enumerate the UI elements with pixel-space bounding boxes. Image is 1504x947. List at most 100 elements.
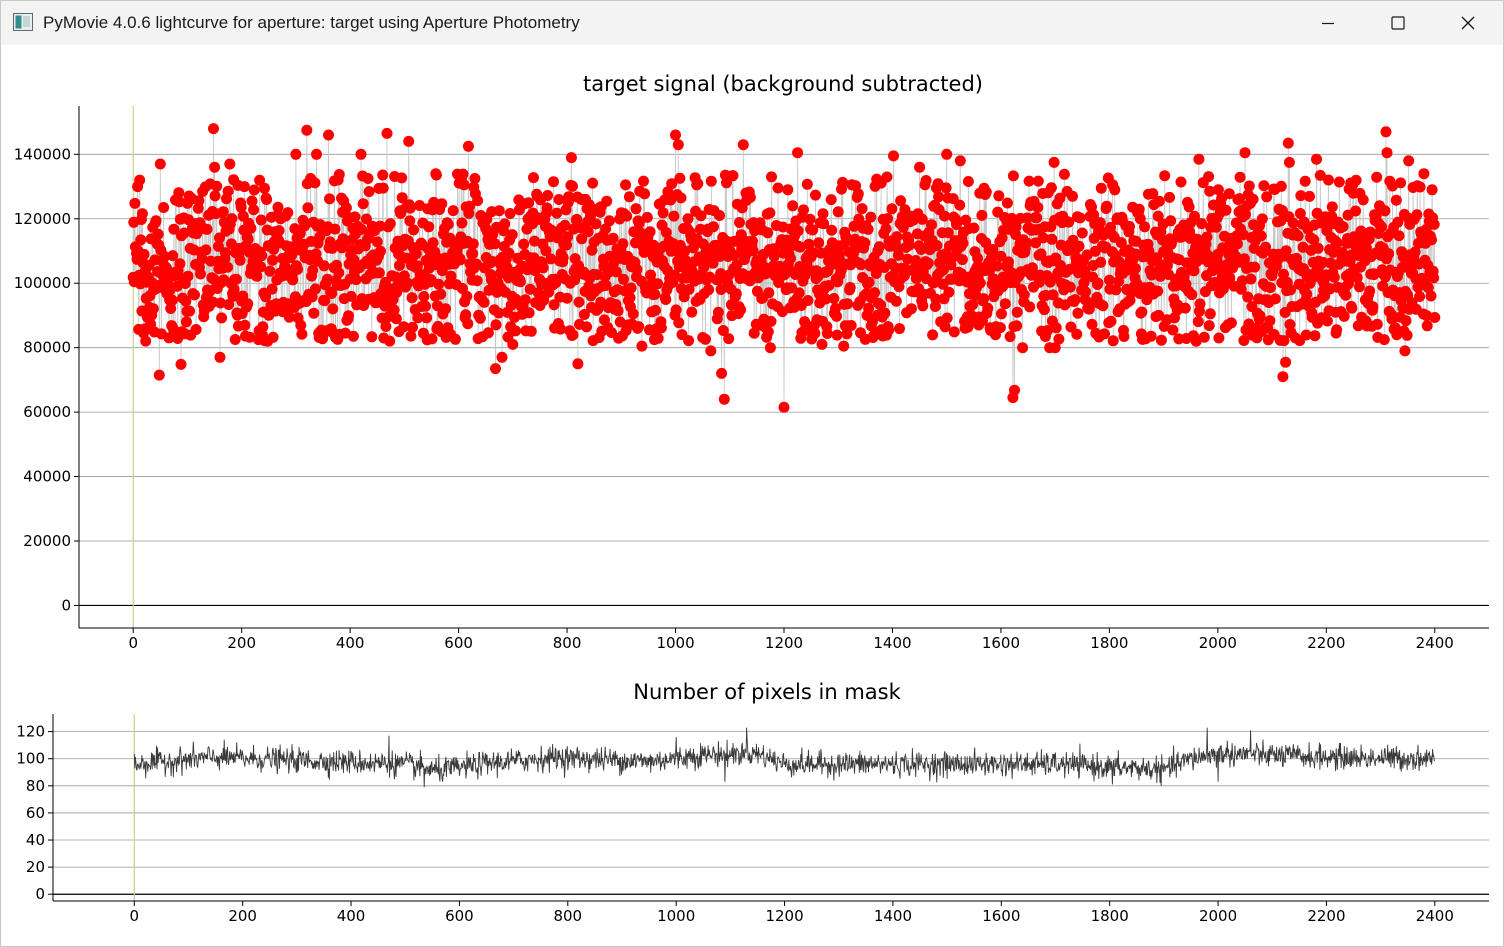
signal-point: [557, 252, 569, 264]
signal-point: [548, 176, 559, 188]
signal-point: [461, 290, 473, 302]
signal-point: [1183, 201, 1195, 213]
signal-point: [1067, 190, 1078, 202]
signal-point: [716, 367, 728, 379]
signal-point: [423, 221, 435, 233]
signal-point: [1032, 201, 1044, 213]
signal-point: [735, 304, 747, 316]
signal-point: [931, 240, 943, 251]
signal-point: [692, 178, 704, 190]
signal-point: [245, 222, 257, 234]
signal-point: [1265, 282, 1276, 294]
signal-point: [798, 204, 809, 216]
signal-point: [927, 329, 939, 341]
close-button[interactable]: [1433, 1, 1503, 45]
signal-point: [343, 310, 354, 322]
signal-point: [1426, 184, 1438, 196]
signal-point: [1031, 212, 1043, 224]
signal-point: [355, 148, 367, 160]
signal-point: [350, 274, 362, 286]
signal-point: [881, 171, 893, 183]
signal-point: [340, 202, 352, 214]
pixels-plot[interactable]: Number of pixels in mask 0 20 40 60 80 100 120…: [16, 680, 1489, 925]
signal-point: [1340, 289, 1352, 301]
signal-point: [996, 308, 1007, 320]
signal-point: [510, 325, 522, 337]
y-tick-label: 20: [26, 858, 45, 876]
signal-point: [377, 182, 389, 194]
title-bar[interactable]: PyMovie 4.0.6 lightcurve for aperture: t…: [1, 1, 1503, 45]
signal-point: [1292, 230, 1304, 242]
signal-point: [380, 321, 392, 332]
signal-point: [242, 233, 254, 245]
signal-point: [1109, 184, 1121, 196]
signal-point: [136, 208, 148, 220]
signal-point: [462, 140, 474, 152]
x-tick-label: 1800: [1090, 634, 1128, 652]
signal-point: [821, 328, 833, 339]
signal-point: [1064, 281, 1076, 293]
signal-point: [1017, 342, 1029, 354]
signal-point: [490, 363, 501, 375]
signal-point: [154, 158, 166, 170]
x-tick-label: 200: [228, 907, 257, 925]
y-tick-label: 80000: [23, 339, 71, 357]
signal-point: [1018, 289, 1030, 301]
x-tick-label: 2200: [1307, 634, 1345, 652]
signal-point: [837, 176, 849, 188]
x-tick-label: 200: [227, 634, 256, 652]
signal-point: [1220, 204, 1232, 216]
signal-point: [474, 312, 486, 324]
signal-plot-title: target signal (background subtracted): [583, 72, 983, 96]
signal-point: [1428, 272, 1440, 284]
x-tick-label: 1200: [765, 634, 803, 652]
signal-point: [567, 180, 578, 192]
signal-point: [436, 198, 448, 210]
signal-point: [1080, 286, 1091, 298]
signal-point: [224, 158, 236, 170]
signal-point: [1198, 331, 1210, 343]
signal-point: [384, 335, 396, 347]
signal-point: [772, 182, 784, 194]
signal-point: [1425, 290, 1437, 302]
signal-point: [1390, 194, 1402, 206]
signal-point: [1326, 201, 1338, 213]
y-tick-label: 100000: [14, 274, 71, 292]
signal-point: [408, 224, 420, 236]
signal-point: [418, 291, 430, 302]
x-tick-label: 600: [445, 907, 474, 925]
signal-point: [1152, 285, 1164, 297]
signal-point: [1069, 294, 1081, 306]
signal-point: [978, 293, 990, 305]
signal-point: [838, 340, 850, 352]
signal-point: [1258, 180, 1270, 192]
signal-plot[interactable]: target signal (background subtracted) 0 2…: [14, 72, 1489, 652]
signal-point: [259, 182, 270, 194]
signal-point: [324, 193, 335, 205]
signal-point: [308, 307, 320, 319]
signal-point: [467, 248, 479, 260]
signal-point: [636, 340, 648, 352]
signal-point: [869, 287, 881, 299]
signal-point: [639, 188, 651, 200]
maximize-button[interactable]: [1363, 1, 1433, 45]
signal-point: [214, 351, 226, 363]
signal-point: [657, 207, 669, 219]
signal-point: [555, 323, 567, 335]
signal-point: [248, 204, 260, 216]
window-title: PyMovie 4.0.6 lightcurve for aperture: t…: [43, 13, 580, 32]
signal-point: [1282, 137, 1294, 149]
x-tick-label: 1400: [874, 907, 912, 925]
signal-point: [1242, 291, 1254, 303]
signal-point: [1133, 203, 1145, 215]
signal-point: [778, 401, 790, 413]
signal-point: [1346, 302, 1358, 314]
signal-point: [627, 308, 639, 320]
minimize-button[interactable]: [1293, 1, 1363, 45]
signal-point: [1378, 334, 1390, 346]
signal-point: [430, 169, 442, 181]
signal-point: [1264, 315, 1276, 327]
signal-point: [523, 197, 535, 209]
signal-point: [467, 238, 479, 250]
signal-point: [222, 185, 234, 197]
